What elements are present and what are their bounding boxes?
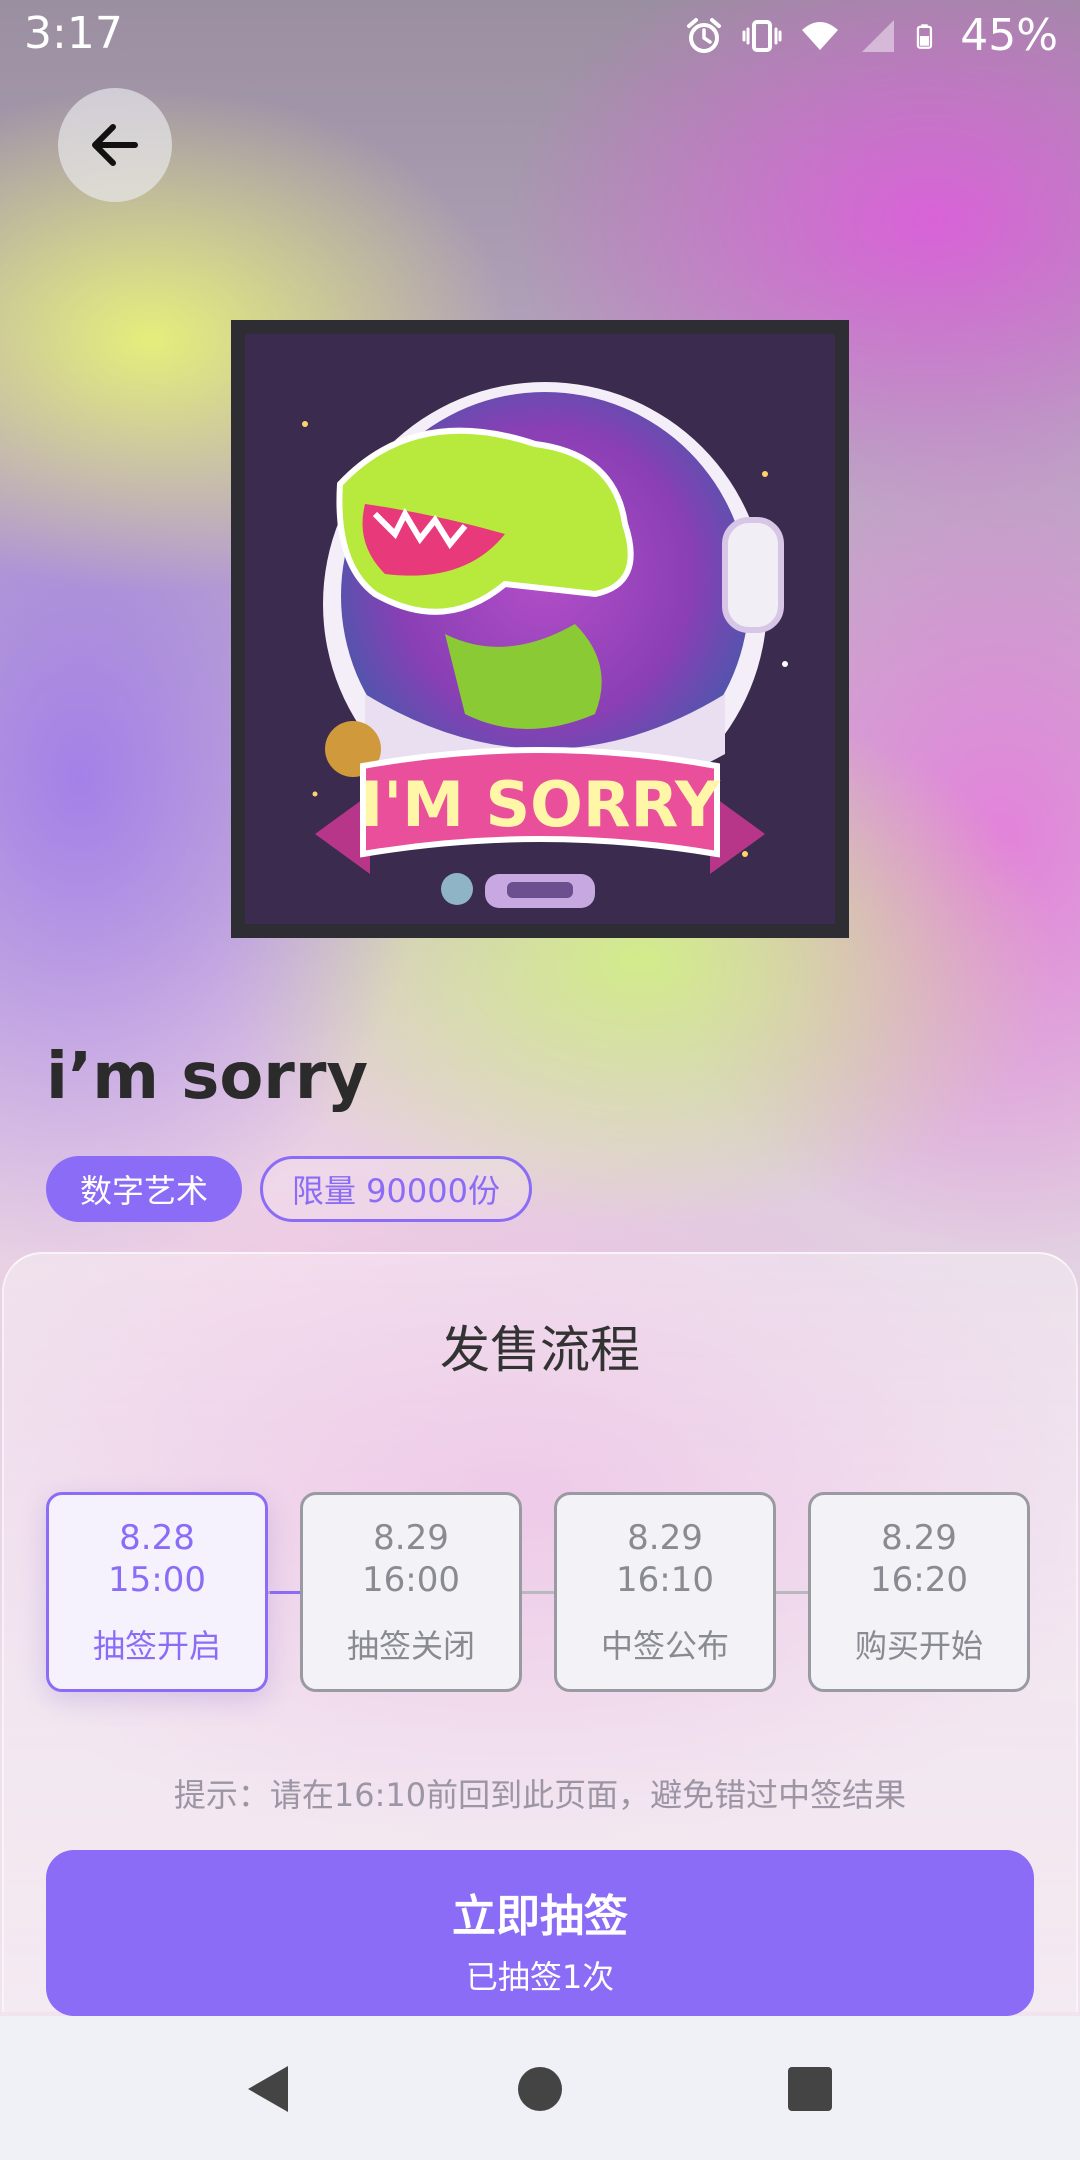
step-date: 8.28 [119,1518,195,1558]
step-lottery-close: 8.29 16:00 抽签关闭 [300,1492,522,1692]
hint-text: 提示：请在16:10前回到此页面，避免错过中签结果 [173,1776,907,1814]
artwork-banner-text: I'M SORRY [360,768,721,841]
arrow-left-icon [92,124,138,166]
step-time: 16:00 [362,1560,460,1600]
artwork-frame: I'M SORRY [231,320,849,938]
step-time: 16:10 [616,1560,714,1600]
status-bar: 3:17 45% [0,0,1080,72]
step-date: 8.29 [373,1518,449,1558]
step-time: 16:20 [870,1560,968,1600]
step-label: 中签公布 [600,1627,729,1665]
alarm-icon [687,17,722,53]
tag-limited-quantity: 限量 90000份 [260,1156,532,1222]
vibrate-icon [742,19,782,52]
step-label: 购买开始 [854,1627,983,1665]
battery-percent: 45% [960,10,1058,61]
recents-square-icon [788,2067,832,2111]
artwork-image: I'M SORRY [245,334,835,924]
draw-lottery-button[interactable]: 立即抽签 已抽签1次 [46,1850,1034,2016]
step-time: 15:00 [108,1560,206,1600]
steps-connector-active [270,1591,302,1594]
step-result-announce: 8.29 16:10 中签公布 [554,1492,776,1692]
tag-category: 数字艺术 [46,1156,242,1222]
battery-icon [917,23,933,49]
back-button[interactable] [58,88,172,202]
nav-home-button[interactable] [505,2054,575,2124]
step-purchase-start: 8.29 16:20 购买开始 [808,1492,1030,1692]
status-icons: 45% [684,10,1058,61]
step-label: 抽签关闭 [346,1627,475,1665]
home-circle-icon [518,2067,562,2111]
step-date: 8.29 [881,1518,957,1558]
signal-icon [862,19,895,52]
sale-process-title: 发售流程 [440,1321,640,1379]
status-time: 3:17 [24,8,123,59]
navigation-bar [0,2016,1080,2160]
step-lottery-open: 8.28 15:00 抽签开启 [46,1492,268,1692]
draw-lottery-label: 立即抽签 [452,1891,628,1942]
draw-count-label: 已抽签1次 [465,1958,615,1996]
nav-back-button[interactable] [232,2054,302,2124]
nav-recents-button[interactable] [775,2054,845,2124]
product-title: i’m sorry [46,1040,369,1114]
step-date: 8.29 [627,1518,703,1558]
back-triangle-icon [248,2066,288,2112]
wifi-icon [802,21,839,50]
dinosaur-astronaut-illustration: I'M SORRY [302,382,788,908]
step-label: 抽签开启 [92,1627,221,1665]
